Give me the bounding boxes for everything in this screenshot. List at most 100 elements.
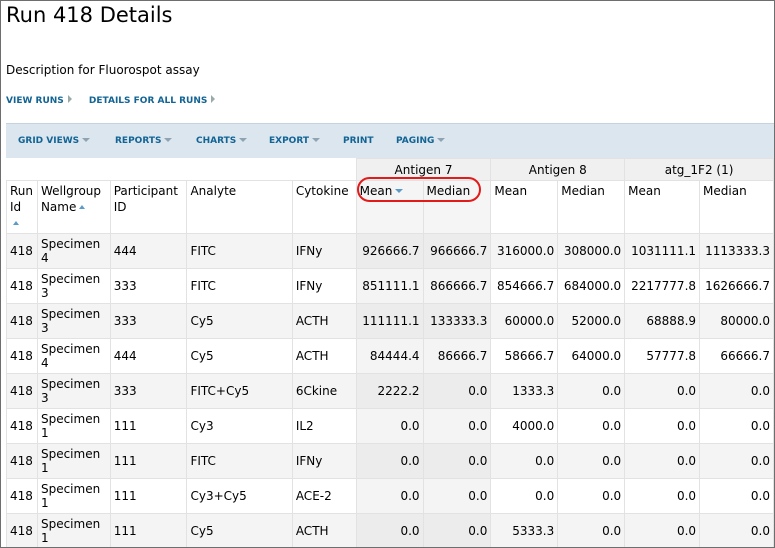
details-for-all-runs-link[interactable]: DETAILS FOR ALL RUNS [88,95,216,106]
grid-toolbar: GRID VIEWS REPORTS CHARTS EXPORT PRINT P… [6,123,774,158]
print-label: PRINT [343,136,374,146]
grid-views-button[interactable]: GRID VIEWS [18,136,91,146]
cell-atg-mean: 0.0 [624,373,701,409]
reports-button[interactable]: REPORTS [115,136,173,146]
cell-antigen-8-median: 0.0 [557,478,626,514]
group-header-antigen-7: Antigen 7 [355,158,492,181]
cell-cytokine: IL2 [291,408,357,444]
column-header-participant-id[interactable]: Participant ID [109,180,188,234]
column-header-analyte[interactable]: Analyte [186,180,293,234]
cell-antigen-7-median: 0.0 [422,408,492,444]
group-header-row: Antigen 7 Antigen 8 atg_1F2 (1) [6,158,774,181]
median-header-label: Median [703,184,747,198]
table-row[interactable]: 418 Specimen 1 111 Cy3+Cy5 ACE-2 0.0 0.0… [6,478,774,514]
table-row[interactable]: 418 Specimen 3 333 Cy5 ACTH 111111.1 133… [6,303,774,339]
cell-participant: 111 [109,443,188,479]
cell-antigen-7-mean: 0.0 [355,513,424,547]
column-header-row: Run Id Wellgroup Name Participant ID Ana… [6,180,774,234]
cell-antigen-8-mean: 1333.3 [490,373,559,409]
print-button[interactable]: PRINT [343,136,374,146]
table-row[interactable]: 418 Specimen 4 444 FITC IFNy 926666.7 96… [6,233,774,269]
cell-wellgroup: Specimen 1 [36,478,111,514]
data-grid: Antigen 7 Antigen 8 atg_1F2 (1) Run Id W… [6,158,774,547]
cell-antigen-7-mean: 0.0 [355,478,424,514]
cell-participant: 111 [109,478,188,514]
cell-cytokine: ACTH [291,513,357,547]
view-runs-link[interactable]: VIEW RUNS [6,95,72,106]
analyte-header-label: Analyte [190,184,237,198]
cell-participant: 333 [109,373,188,409]
table-row[interactable]: 418 Specimen 4 444 Cy5 ACTH 84444.4 8666… [6,338,774,374]
reports-label: REPORTS [115,136,162,146]
cell-antigen-8-median: 0.0 [557,373,626,409]
column-header-run-id[interactable]: Run Id [6,180,38,234]
cell-antigen-7-mean: 0.0 [355,443,424,479]
cell-antigen-8-median: 308000.0 [557,233,626,269]
cell-analyte: FITC+Cy5 [186,373,293,409]
cell-atg-median: 0.0 [699,513,774,547]
cell-cytokine: IFNy [291,268,357,304]
cell-run-id: 418 [6,478,38,514]
column-header-cytokine[interactable]: Cytokine [291,180,357,234]
table-row[interactable]: 418 Specimen 1 111 FITC IFNy 0.0 0.0 0.0… [6,443,774,479]
cytokine-header-label: Cytokine [295,184,349,198]
table-row[interactable]: 418 Specimen 3 333 FITC IFNy 851111.1 86… [6,268,774,304]
column-header-antigen-7-mean[interactable]: Mean [355,180,424,234]
cell-antigen-8-mean: 60000.0 [490,303,559,339]
cell-antigen-8-mean: 854666.7 [490,268,559,304]
cell-cytokine: 6Ckine [291,373,357,409]
table-row[interactable]: 418 Specimen 1 111 Cy5 ACTH 0.0 0.0 5333… [6,513,774,547]
export-button[interactable]: EXPORT [269,136,320,146]
cell-run-id: 418 [6,303,38,339]
cell-participant: 444 [109,233,188,269]
page-title: Run 418 Details [6,3,173,27]
table-row[interactable]: 418 Specimen 3 333 FITC+Cy5 6Ckine 2222.… [6,373,774,409]
column-header-atg-mean[interactable]: Mean [624,180,701,234]
column-header-wellgroup-name[interactable]: Wellgroup Name [36,180,111,234]
cell-atg-median: 66666.7 [699,338,774,374]
cell-antigen-7-median: 0.0 [422,443,492,479]
cell-run-id: 418 [6,233,38,269]
cell-antigen-8-median: 0.0 [557,443,626,479]
charts-label: CHARTS [196,136,237,146]
column-header-antigen-8-median[interactable]: Median [557,180,626,234]
cell-analyte: Cy5 [186,338,293,374]
table-row[interactable]: 418 Specimen 1 111 Cy3 IL2 0.0 0.0 4000.… [6,408,774,444]
caret-down-icon [312,138,320,142]
run-description: Description for Fluorospot assay [6,63,200,77]
wellgroup-header-label: Wellgroup Name [40,184,102,214]
paging-button[interactable]: PAGING [396,136,446,146]
group-header-spacer [6,158,357,181]
caret-down-icon [82,138,91,142]
cell-antigen-8-median: 64000.0 [557,338,626,374]
cell-cytokine: ACE-2 [291,478,357,514]
cell-cytokine: ACTH [291,303,357,339]
sort-ascending-icon [79,205,86,209]
charts-button[interactable]: CHARTS [196,136,248,146]
median-header-label: Median [426,184,471,198]
column-header-atg-median[interactable]: Median [699,180,774,234]
cell-wellgroup: Specimen 4 [36,233,111,269]
group-header-atg-1f2: atg_1F2 (1) [624,158,774,181]
cell-antigen-7-mean: 2222.2 [355,373,424,409]
column-header-antigen-7-median[interactable]: Median [422,180,492,234]
cell-antigen-7-mean: 0.0 [355,408,424,444]
caret-down-icon [239,138,248,142]
cell-analyte: Cy3+Cy5 [186,478,293,514]
cell-cytokine: IFNy [291,233,357,269]
cell-atg-median: 80000.0 [699,303,774,339]
cell-atg-median: 0.0 [699,443,774,479]
cell-antigen-8-mean: 4000.0 [490,408,559,444]
caret-down-icon [164,138,173,142]
caret-down-icon [437,138,446,142]
cell-participant: 333 [109,303,188,339]
cell-atg-mean: 0.0 [624,478,701,514]
cell-atg-mean: 57777.8 [624,338,701,374]
cell-antigen-7-median: 966666.7 [422,233,492,269]
column-header-antigen-8-mean[interactable]: Mean [490,180,559,234]
mean-header-label: Mean [628,184,661,198]
cell-analyte: Cy5 [186,513,293,547]
details-for-all-runs-label: DETAILS FOR ALL RUNS [88,96,208,106]
cell-analyte: FITC [186,268,293,304]
cell-participant: 333 [109,268,188,304]
